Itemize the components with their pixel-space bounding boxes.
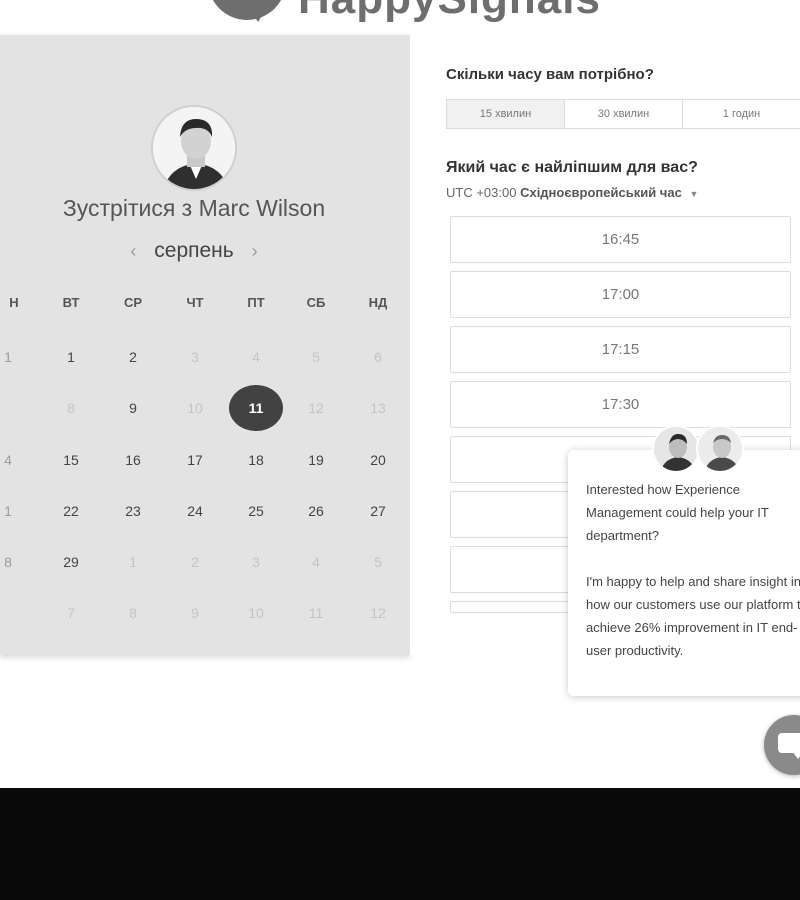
calendar-panel: Зустрітися з Marc Wilson ‹ серпень › Н ВТ… [0,35,410,655]
calendar-day[interactable]: 17 [168,437,222,483]
calendar-day-partial [0,590,35,636]
timezone-selector[interactable]: UTC +03:00 Східноєвропейський час ▼ [446,185,698,200]
calendar-day-partial: 1 [4,503,12,519]
chat-message-intro: Interested how Experience Management cou… [586,482,769,543]
timezone-offset: UTC +03:00 [446,185,517,200]
weekday-label: ПТ [247,295,265,310]
calendar-day[interactable]: 22 [44,488,98,534]
calendar-day-partial [0,385,35,431]
calendar-day[interactable]: 24 [168,488,222,534]
calendar-day[interactable]: 19 [289,437,343,483]
next-month-button[interactable]: › [240,241,270,261]
calendar-day: 12 [308,400,324,416]
duration-heading: Скільки часу вам потрібно? [446,66,654,83]
calendar-day-partial: 1 [4,349,12,365]
duration-option-15[interactable]: 15 хвилин [447,100,565,128]
calendar-day: 5 [374,554,382,570]
calendar-day: 1 [129,554,137,570]
calendar-day: 3 [191,349,199,365]
time-slot[interactable]: 17:15 [450,326,791,373]
duration-options: 15 хвилин 30 хвилин 1 годин [446,99,800,129]
time-slot[interactable]: 16:45 [450,216,791,263]
calendar-day-partial: 8 [4,554,12,570]
calendar-day: 4 [312,554,320,570]
calendar-day: 2 [191,554,199,570]
logo-wordmark: HappySignals [298,0,601,24]
month-navigation: ‹ серпень › [0,239,388,263]
logo-bubble-icon [208,0,286,22]
weekday-label: ЧТ [186,295,204,310]
chat-popup[interactable]: Interested how Experience Management cou… [568,450,800,696]
month-label: серпень [154,239,234,262]
weekday-label: СР [123,295,143,310]
calendar-day[interactable]: 25 [229,488,283,534]
chat-bubble-icon [778,733,800,759]
time-slot[interactable]: 17:30 [450,381,791,428]
calendar-day[interactable]: 27 [351,488,405,534]
duration-option-30[interactable]: 30 хвилин [565,100,683,128]
weekday-label: НД [368,295,388,310]
chat-message-body: I'm happy to help and share insight into… [586,574,800,658]
caret-down-icon: ▼ [689,189,699,199]
agent-avatar-2 [696,425,744,473]
calendar-day[interactable]: 29 [44,539,98,585]
prev-month-button[interactable]: ‹ [118,241,148,261]
host-avatar [151,105,237,191]
person-avatar-icon [654,427,698,471]
weekday-label: Н [9,295,19,310]
time-heading: Який час є найліпшим для вас? [446,159,698,176]
person-avatar-icon [153,107,235,189]
person-avatar-icon [698,427,742,471]
brand-logo: HappySignals [200,0,620,24]
calendar-day: 8 [67,400,75,416]
calendar-day-selected[interactable]: 11 [229,385,283,431]
booking-page: HappySignals Зустрітися з Marc Wilson ‹ … [0,0,800,788]
agent-avatar-1 [652,425,700,473]
calendar-day[interactable]: 2 [106,334,160,380]
weekday-label: ВТ [62,295,80,310]
calendar-day: 7 [67,605,75,621]
calendar-day: 5 [312,349,320,365]
calendar-day[interactable]: 23 [106,488,160,534]
chat-agent-avatars [652,425,748,473]
calendar-day[interactable]: 15 [44,437,98,483]
meeting-title: Зустрітися з Marc Wilson [62,195,326,221]
calendar-day: 13 [370,400,386,416]
calendar-day: 12 [370,605,386,621]
time-slot[interactable]: 17:00 [450,271,791,318]
calendar-day: 3 [252,554,260,570]
weekday-label: СБ [306,295,326,310]
calendar-day: 9 [191,605,199,621]
calendar-day[interactable]: 9 [106,385,160,431]
timezone-name: Східноєвропейський час [520,185,682,200]
chat-launcher-button[interactable] [764,715,800,775]
calendar-day: 10 [187,400,203,416]
calendar-day: 10 [248,605,264,621]
calendar-day: 11 [308,605,324,621]
calendar-day[interactable]: 20 [351,437,405,483]
calendar-day: 6 [374,349,382,365]
calendar-day: 8 [129,605,137,621]
calendar-day-partial: 4 [4,452,12,468]
duration-option-60[interactable]: 1 годин [683,100,800,128]
calendar-day[interactable]: 1 [44,334,98,380]
calendar-day[interactable]: 18 [229,437,283,483]
calendar-day[interactable]: 26 [289,488,343,534]
calendar-day: 4 [252,349,260,365]
calendar-day[interactable]: 16 [106,437,160,483]
